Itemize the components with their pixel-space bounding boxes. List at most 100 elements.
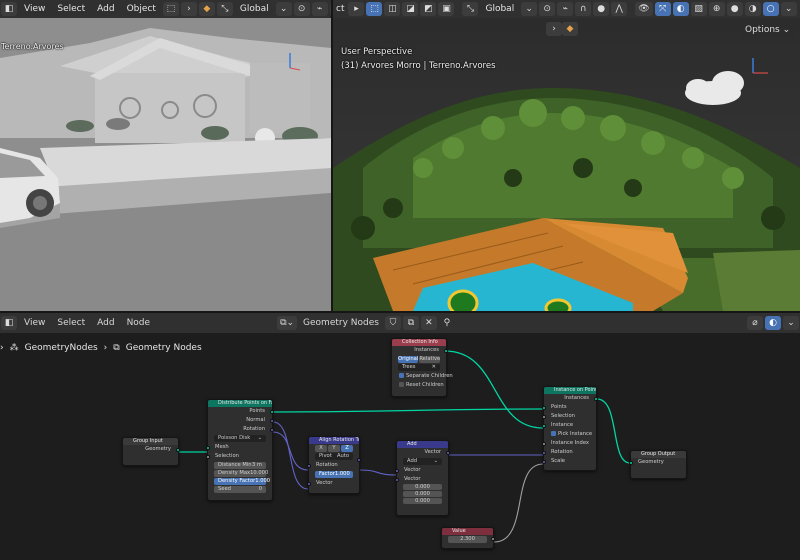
node-editor[interactable]: ◧ View Select Add Node ⧉⌄ Geometry Nodes…	[0, 313, 800, 560]
separate-children-row[interactable]: Separate Children	[392, 372, 453, 381]
overlays-icon[interactable]: ◐	[672, 2, 689, 16]
tool-cursor-icon[interactable]: ▸	[348, 2, 365, 16]
socket-input[interactable]	[206, 445, 210, 450]
node-tree-type-icon[interactable]: ⧉⌄	[277, 316, 298, 330]
select-extend-icon[interactable]: ◫	[384, 2, 401, 16]
density-factor-field[interactable]: Density Factor 1.000	[214, 478, 270, 485]
vector-z-field[interactable]: 0.000	[403, 498, 442, 504]
node-menu-node[interactable]: Node	[121, 318, 157, 328]
factor-field[interactable]: Factor 1.000	[315, 471, 353, 478]
original-button[interactable]: Original	[398, 356, 419, 363]
socket-input[interactable]	[395, 477, 399, 482]
orientation-dropdown-right[interactable]: Global	[479, 4, 520, 14]
object-mode-icon[interactable]: ⬚	[162, 2, 179, 16]
chevron-right-icon-right[interactable]: ›	[546, 22, 562, 36]
socket-output[interactable]	[446, 450, 450, 455]
duplicate-icon[interactable]: ⧉	[402, 316, 419, 330]
socket-output[interactable]	[270, 409, 274, 414]
fake-user-shield-icon[interactable]: ⛉	[384, 316, 401, 330]
reset-children-row[interactable]: Reset Children	[392, 381, 446, 390]
socket-input[interactable]	[395, 468, 399, 473]
socket-input[interactable]	[629, 460, 633, 465]
distribute-method-dropdown[interactable]: Poisson Disk ⌄	[214, 435, 266, 442]
node-overlay-icon[interactable]: ◐	[765, 316, 781, 330]
socket-input[interactable]	[206, 454, 210, 459]
axis-y-button[interactable]: Y	[328, 445, 340, 452]
left-3d-viewport[interactable]: Terreno.Arvores	[0, 18, 331, 311]
pin-icon[interactable]: ⚲	[439, 316, 455, 330]
socket-output[interactable]	[491, 537, 495, 541]
node-tree-name[interactable]: Geometry Nodes	[298, 318, 384, 328]
menu-add[interactable]: Add	[91, 4, 120, 14]
pivot-icon[interactable]: ⊙	[293, 2, 310, 16]
options-dropdown[interactable]: Options ⌄	[740, 22, 796, 38]
select-invert-icon[interactable]: ◩	[420, 2, 437, 16]
shading-material-icon[interactable]: ◑	[744, 2, 761, 16]
close-icon[interactable]: ✕	[420, 316, 437, 330]
menu-view[interactable]: View	[18, 4, 51, 14]
snap-icon-right[interactable]: ⌁	[557, 2, 574, 16]
socket-input[interactable]	[542, 414, 546, 419]
visibility-eye-icon[interactable]: 👁	[635, 2, 653, 16]
breadcrumb-modifier[interactable]: GeometryNodes	[25, 343, 98, 353]
socket-input[interactable]	[307, 463, 311, 468]
socket-input[interactable]	[542, 459, 546, 464]
node-align-rotation[interactable]: Align Rotation To V... X Y Z PivotAuto R…	[307, 436, 361, 494]
checkbox[interactable]	[551, 431, 556, 436]
node-snap-icon[interactable]: ⌀	[747, 316, 763, 330]
editor-type-icon[interactable]: ◧	[1, 2, 17, 16]
transform-orientation-icon[interactable]: ⤡	[216, 2, 233, 16]
right-3d-viewport[interactable]: › ◆ Options ⌄ User Perspective (31) Arvo…	[333, 18, 800, 311]
density-max-field[interactable]: Density Max 10.000	[214, 470, 268, 477]
vector-y-field[interactable]: 0.000	[403, 491, 442, 497]
socket-input[interactable]	[307, 481, 311, 486]
geometry-nodes-icon[interactable]: ◆	[198, 2, 215, 16]
checkbox[interactable]	[399, 373, 404, 378]
socket-output[interactable]	[270, 418, 274, 423]
chevron-down-icon-right[interactable]: ⌄	[521, 2, 538, 16]
menu-object-fragment[interactable]: ct	[333, 4, 347, 14]
socket-output[interactable]	[176, 447, 180, 452]
node-menu-view[interactable]: View	[18, 318, 51, 328]
pick-instance-row[interactable]: Pick Instance	[544, 430, 596, 439]
seed-field[interactable]: Seed 0	[214, 486, 266, 493]
select-subtract-icon[interactable]: ◪	[402, 2, 419, 16]
gizmo-icon[interactable]: ⤧	[654, 2, 671, 16]
node-overlay-chevron-icon[interactable]: ⌄	[783, 316, 799, 330]
node-value[interactable]: Value 2.300	[441, 527, 495, 549]
transform-orientation-icon-right[interactable]: ⤡	[462, 2, 479, 16]
node-distribute-points[interactable]: Distribute Points on Fac... Points Norma…	[206, 399, 274, 501]
socket-input[interactable]	[542, 423, 546, 428]
socket-input[interactable]	[542, 405, 546, 410]
node-group-output[interactable]: Group Output Geometry	[629, 450, 687, 479]
menu-select[interactable]: Select	[51, 4, 91, 14]
node-vector-add[interactable]: Add Vector Add ⌄ Vector Vector 0.000 0.00…	[395, 440, 450, 516]
node-editor-type-icon[interactable]: ◧	[1, 316, 17, 330]
clear-icon[interactable]: ✕	[432, 364, 436, 371]
axis-x-button[interactable]: X	[315, 445, 327, 452]
vector-x-field[interactable]: 0.000	[403, 484, 442, 490]
select-intersect-icon[interactable]: ▣	[438, 2, 455, 16]
pivot-icon-right[interactable]: ⊙	[539, 2, 556, 16]
box-select-icon[interactable]: ⬚	[366, 2, 383, 16]
orientation-dropdown[interactable]: Global	[234, 4, 275, 14]
node-instance-on-points[interactable]: Instance on Points Instances Points Sele…	[542, 386, 598, 471]
node-menu-add[interactable]: Add	[91, 318, 120, 328]
relative-button[interactable]: Relative	[419, 356, 441, 363]
shading-options-icon[interactable]: ⌄	[780, 2, 797, 16]
socket-output[interactable]	[270, 427, 274, 432]
socket-output[interactable]	[444, 348, 448, 353]
socket-output[interactable]	[594, 396, 598, 401]
axis-z-button[interactable]: Z	[341, 445, 353, 452]
snap-icon[interactable]: ⌁	[311, 2, 328, 16]
pivot-dropdown[interactable]: Pivot Auto	[315, 453, 353, 460]
node-menu-select[interactable]: Select	[51, 318, 91, 328]
collection-field[interactable]: Trees ✕	[398, 364, 440, 371]
magnet-icon-right[interactable]: ∩	[575, 2, 592, 16]
distance-min-field[interactable]: Distance Min 3 m	[214, 462, 266, 469]
shading-rendered-icon[interactable]: ○	[762, 2, 779, 16]
proportional-edit-icon[interactable]: ●	[593, 2, 610, 16]
chevron-right-icon[interactable]: ›	[180, 2, 197, 16]
node-group-input[interactable]: Group Input Geometry	[122, 437, 180, 466]
shading-solid-icon[interactable]: ●	[726, 2, 743, 16]
